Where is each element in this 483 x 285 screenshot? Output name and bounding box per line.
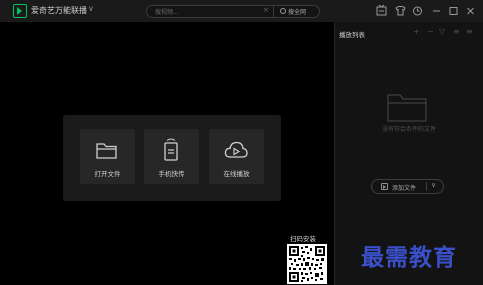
open-file-label: 打开文件	[94, 170, 121, 178]
playlist-sort-icon[interactable]: ≡	[453, 27, 460, 36]
online-play-button[interactable]: 在线播放	[209, 129, 264, 184]
search-icon	[280, 8, 286, 14]
search-all-label: 搜全网	[288, 9, 307, 16]
search-input[interactable]	[155, 7, 265, 17]
phone-transfer-label: 手机快传	[158, 170, 185, 178]
search-box: × 搜全网	[146, 5, 320, 18]
search-clear-icon[interactable]: ×	[263, 6, 269, 14]
add-file-label: 添加文件	[392, 185, 417, 192]
startup-actions-panel: 打开文件 手机快传 在线播放	[63, 115, 281, 201]
skin-icon[interactable]	[394, 3, 407, 18]
add-file-icon	[381, 183, 388, 190]
online-play-label: 在线播放	[223, 170, 250, 178]
phone-transfer-icon	[164, 138, 178, 161]
folder-icon	[96, 143, 117, 159]
phone-transfer-button[interactable]: 手机快传	[144, 129, 199, 184]
empty-folder-icon	[387, 94, 427, 122]
title-bar: 爱奇艺万能联播 ∨ × 搜全网	[0, 0, 483, 22]
add-file-chevron-icon[interactable]: ∨	[431, 181, 436, 189]
tv-icon[interactable]	[375, 3, 388, 18]
playlist-filter-icon[interactable]: ▽	[439, 27, 445, 36]
qr-code	[287, 244, 327, 284]
minimize-icon[interactable]	[430, 3, 443, 18]
add-file-separator	[426, 182, 427, 191]
empty-playlist-text: 没有符合条件的文件	[381, 126, 436, 133]
qr-install-label: 扫码安装	[290, 235, 316, 243]
watermark-text: 最需教育	[361, 244, 457, 271]
close-icon[interactable]	[464, 3, 477, 18]
add-file-button[interactable]: 添加文件 ∨	[371, 179, 444, 194]
cloud-play-icon	[224, 141, 248, 158]
app-title: 爱奇艺万能联播	[31, 6, 87, 15]
history-icon[interactable]	[411, 3, 424, 18]
playlist-title: 播放列表	[339, 31, 365, 39]
app-menu-chevron-icon[interactable]: ∨	[88, 4, 94, 13]
playlist-add-icon[interactable]: +	[413, 27, 420, 36]
maximize-icon[interactable]	[447, 3, 460, 18]
iqiyi-logo-icon	[13, 4, 27, 18]
search-all-button[interactable]: 搜全网	[273, 6, 320, 17]
playlist-remove-icon[interactable]: −	[427, 27, 434, 36]
open-file-button[interactable]: 打开文件	[80, 129, 135, 184]
playlist-menu-icon[interactable]: ≡	[466, 27, 473, 36]
